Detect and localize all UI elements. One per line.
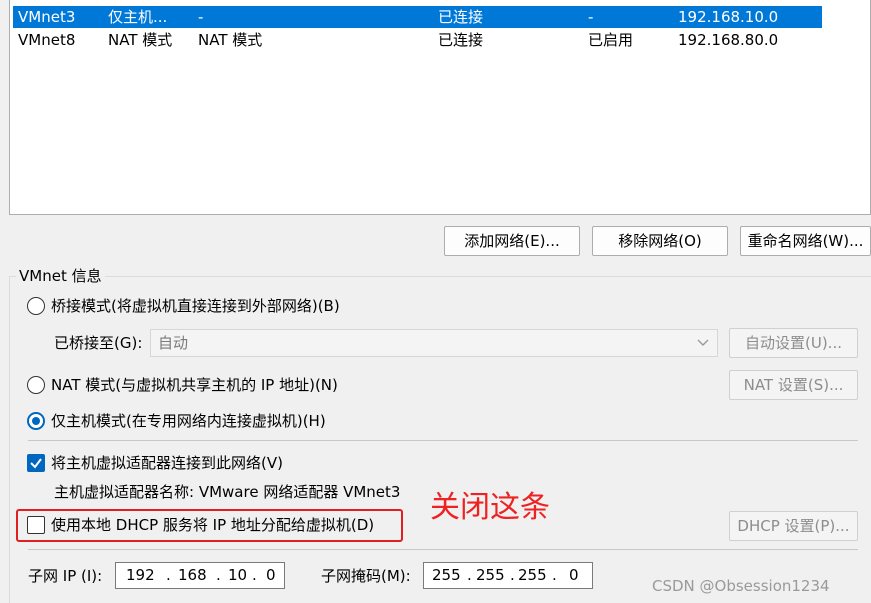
network-list[interactable]: VMnet3 仅主机... - 已连接 - 192.168.10.0 VMnet… — [9, 0, 871, 215]
dhcp-settings-button[interactable]: DHCP 设置(P)... — [729, 511, 858, 541]
cell-type: NAT 模式 — [108, 31, 173, 49]
nat-settings-button[interactable]: NAT 设置(S)... — [729, 370, 858, 400]
cell-subnet: 192.168.80.0 — [678, 31, 779, 49]
mask-octet[interactable]: 255 — [518, 563, 547, 588]
watermark: CSDN @Obsession1234 — [652, 577, 830, 595]
ip-octet[interactable]: 168 — [178, 563, 207, 588]
mask-octet[interactable]: 255 — [476, 563, 505, 588]
cell-subnet: 192.168.10.0 — [678, 8, 779, 26]
bridge-mode-label[interactable]: 桥接模式(将虚拟机直接连接到外部网络)(B) — [51, 296, 340, 316]
divider — [28, 440, 858, 441]
ip-octet[interactable]: 0 — [266, 563, 276, 588]
add-network-button[interactable]: 添加网络(E)... — [444, 226, 580, 256]
ip-dot: . — [166, 566, 171, 584]
cell-name: VMnet8 — [18, 31, 76, 49]
rename-network-button[interactable]: 重命名网络(W)... — [740, 226, 871, 256]
bridged-to-value: 自动 — [158, 334, 189, 352]
remove-network-button[interactable]: 移除网络(O) — [592, 226, 728, 256]
cell-dhcp: - — [588, 8, 594, 26]
subnet-ip-field[interactable]: 192 . 168 . 10 . 0 — [115, 562, 285, 589]
host-only-mode-radio[interactable] — [27, 412, 45, 430]
table-row-vmnet3[interactable]: VMnet3 仅主机... - 已连接 - 192.168.10.0 — [13, 6, 822, 28]
ip-dot: . — [552, 566, 557, 584]
subnet-mask-field[interactable]: 255 . 255 . 255 . 0 — [423, 562, 593, 589]
mask-octet[interactable]: 0 — [569, 563, 579, 588]
cell-nat: NAT 模式 — [198, 31, 263, 49]
nat-mode-label[interactable]: NAT 模式(与虚拟机共享主机的 IP 地址)(N) — [51, 375, 338, 395]
subnet-ip-label: 子网 IP (I): — [28, 567, 103, 585]
cell-nat: - — [198, 8, 204, 26]
cell-host: 已连接 — [438, 8, 484, 26]
vmnet-info-legend: VMnet 信息 — [16, 266, 105, 286]
ip-dot: . — [216, 566, 221, 584]
bridged-to-label: 已桥接至(G): — [54, 334, 143, 352]
mask-octet[interactable]: 255 — [432, 563, 461, 588]
divider — [28, 549, 858, 550]
annotation-highlight-box — [16, 509, 403, 542]
ip-dot: . — [467, 566, 472, 584]
ip-octet[interactable]: 192 — [126, 563, 155, 588]
checkmark-icon — [30, 458, 42, 469]
ip-dot: . — [252, 566, 257, 584]
nat-mode-radio[interactable] — [27, 376, 45, 394]
subnet-mask-label: 子网掩码(M): — [321, 567, 411, 585]
auto-settings-button[interactable]: 自动设置(U)... — [729, 328, 858, 358]
annotation-text: 关闭这条 — [430, 490, 550, 525]
host-only-mode-label[interactable]: 仅主机模式(在专用网络内连接虚拟机)(H) — [51, 411, 326, 431]
bridged-to-select[interactable]: 自动 — [150, 329, 718, 357]
cell-dhcp: 已启用 — [588, 31, 634, 49]
connect-adapter-checkbox[interactable] — [27, 454, 45, 472]
adapter-name-text: 主机虚拟适配器名称: VMware 网络适配器 VMnet3 — [54, 483, 401, 501]
cell-name: VMnet3 — [18, 8, 76, 26]
connect-adapter-label[interactable]: 将主机虚拟适配器连接到此网络(V) — [51, 453, 283, 473]
cell-host: 已连接 — [438, 31, 484, 49]
bridge-mode-radio[interactable] — [27, 297, 45, 315]
ip-octet[interactable]: 10 — [228, 563, 247, 588]
table-row-vmnet8[interactable]: VMnet8 NAT 模式 NAT 模式 已连接 已启用 192.168.80.… — [13, 29, 822, 51]
chevron-down-icon — [697, 339, 709, 346]
ip-dot: . — [510, 566, 515, 584]
cell-type: 仅主机... — [108, 8, 168, 26]
